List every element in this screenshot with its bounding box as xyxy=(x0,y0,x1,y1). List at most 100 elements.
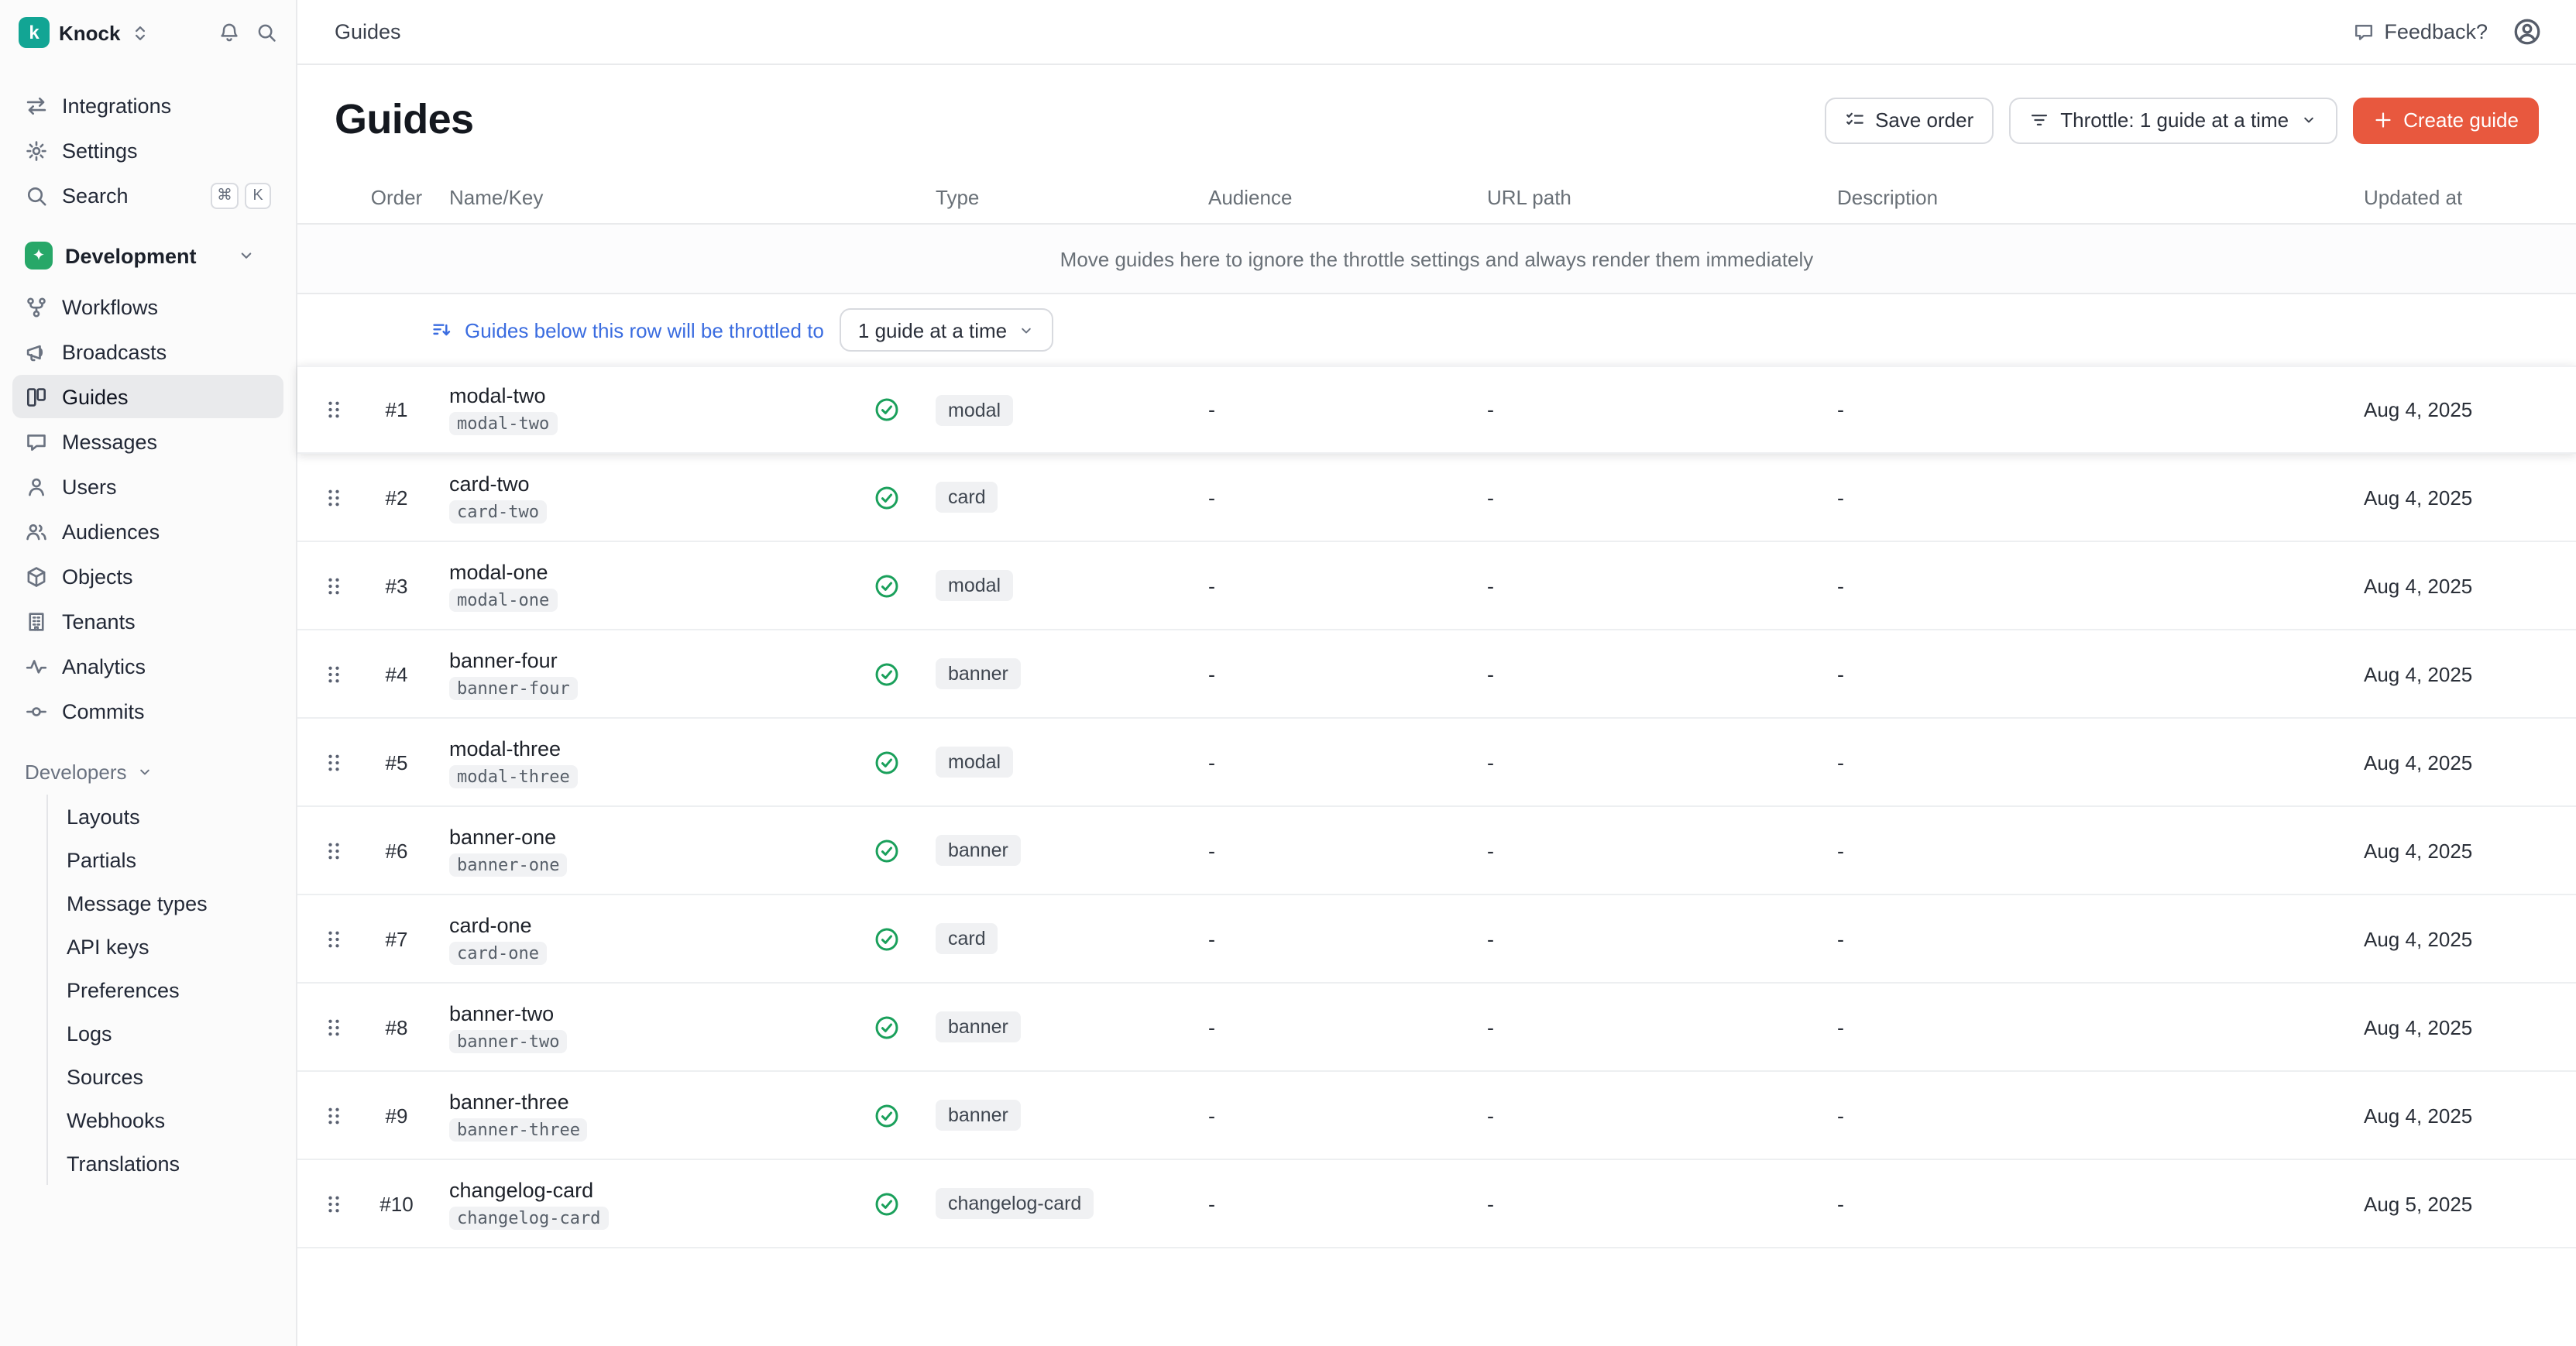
drag-handle-icon[interactable] xyxy=(322,574,345,597)
sidebar-item-webhooks[interactable]: Webhooks xyxy=(48,1098,283,1142)
table-row[interactable]: #6 banner-one banner-one banner - - - Au… xyxy=(297,807,2576,895)
column-header-description: Description xyxy=(1812,186,2339,209)
type-badge: banner xyxy=(936,658,1021,689)
guide-name[interactable]: modal-two xyxy=(449,384,546,407)
sidebar-item-objects[interactable]: Objects xyxy=(12,555,283,598)
drag-handle-icon[interactable] xyxy=(322,662,345,685)
drag-handle-icon[interactable] xyxy=(322,750,345,774)
sidebar-item-message-types[interactable]: Message types xyxy=(48,881,283,925)
guide-name[interactable]: banner-three xyxy=(449,1090,569,1113)
drag-handle-icon[interactable] xyxy=(322,398,345,421)
row-audience: - xyxy=(1183,1104,1462,1127)
row-order: #7 xyxy=(359,927,434,950)
guide-key: modal-three xyxy=(449,764,578,788)
guide-name[interactable]: banner-two xyxy=(449,1001,554,1025)
table-row[interactable]: #2 card-two card-two card - - - Aug 4, 2… xyxy=(297,454,2576,542)
topbar: Guides Feedback? xyxy=(297,0,2576,65)
row-description: - xyxy=(1812,750,2339,774)
environment-label: Development xyxy=(65,244,197,267)
type-badge: card xyxy=(936,923,998,954)
sidebar-item-guides[interactable]: Guides xyxy=(12,375,283,418)
guide-name[interactable]: card-two xyxy=(449,472,530,495)
table-row[interactable]: #4 banner-four banner-four banner - - - … xyxy=(297,630,2576,719)
notifications-bell-icon[interactable] xyxy=(218,22,240,43)
topbar-actions: Feedback? xyxy=(2353,17,2542,46)
guide-name[interactable]: modal-three xyxy=(449,737,561,760)
drag-handle-icon[interactable] xyxy=(322,1104,345,1127)
create-guide-button[interactable]: Create guide xyxy=(2352,97,2539,143)
sidebar-item-analytics[interactable]: Analytics xyxy=(12,644,283,688)
tenants-icon xyxy=(25,609,48,633)
row-description: - xyxy=(1812,927,2339,950)
guide-name[interactable]: banner-one xyxy=(449,825,556,848)
guide-key: banner-one xyxy=(449,853,567,876)
sidebar-item-layouts[interactable]: Layouts xyxy=(48,795,283,838)
type-badge: modal xyxy=(936,394,1013,425)
sort-descending-icon xyxy=(431,319,452,341)
table-row[interactable]: #9 banner-three banner-three banner - - … xyxy=(297,1072,2576,1160)
table-row[interactable]: #1 modal-two modal-two modal - - - Aug 4… xyxy=(297,366,2576,454)
search-icon xyxy=(25,184,48,207)
sidebar-item-tenants[interactable]: Tenants xyxy=(12,599,283,643)
user-avatar[interactable] xyxy=(2512,17,2542,46)
sidebar-top-actions xyxy=(218,22,277,43)
table-row[interactable]: #5 modal-three modal-three modal - - - A… xyxy=(297,719,2576,807)
sidebar-item-search[interactable]: Search ⌘K xyxy=(12,173,283,217)
table-row[interactable]: #10 changelog-card changelog-card change… xyxy=(297,1160,2576,1248)
type-badge: banner xyxy=(936,835,1021,866)
sidebar-item-users[interactable]: Users xyxy=(12,465,283,508)
guide-name[interactable]: changelog-card xyxy=(449,1178,593,1201)
row-order: #2 xyxy=(359,486,434,509)
table-row[interactable]: #7 card-one card-one card - - - Aug 4, 2… xyxy=(297,895,2576,984)
row-updated-at: Aug 4, 2025 xyxy=(2339,927,2539,950)
row-name-key: banner-four banner-four xyxy=(434,648,852,699)
row-name-key: modal-three modal-three xyxy=(434,737,852,788)
check-circle-icon xyxy=(873,925,899,952)
sidebar-item-messages[interactable]: Messages xyxy=(12,420,283,463)
guide-key: card-two xyxy=(449,500,547,523)
sidebar-item-logs[interactable]: Logs xyxy=(48,1011,283,1055)
drag-handle-icon[interactable] xyxy=(322,1015,345,1039)
drag-handle-icon[interactable] xyxy=(322,486,345,509)
sidebar-item-integrations[interactable]: Integrations xyxy=(12,84,283,127)
row-name-key: card-one card-one xyxy=(434,913,852,964)
sidebar-item-workflows[interactable]: Workflows xyxy=(12,285,283,328)
workspace-selector-icon[interactable] xyxy=(129,22,149,43)
quick-search-icon[interactable] xyxy=(256,22,277,43)
check-circle-icon xyxy=(873,749,899,775)
sidebar-item-translations[interactable]: Translations xyxy=(48,1142,283,1185)
environment-switcher[interactable]: Development xyxy=(12,229,283,282)
save-order-button[interactable]: Save order xyxy=(1824,97,1994,143)
sidebar-item-broadcasts[interactable]: Broadcasts xyxy=(12,330,283,373)
throttle-dropdown-button[interactable]: Throttle: 1 guide at a time xyxy=(2009,97,2337,143)
plus-icon xyxy=(2372,110,2392,130)
row-name-key: banner-two banner-two xyxy=(434,1001,852,1052)
sidebar-developers-nav: Layouts Partials Message types API keys … xyxy=(46,795,283,1185)
guides-icon xyxy=(25,385,48,408)
sidebar-item-api-keys[interactable]: API keys xyxy=(48,925,283,968)
feedback-button[interactable]: Feedback? xyxy=(2353,20,2488,43)
developers-label: Developers xyxy=(25,760,127,783)
row-url-path: - xyxy=(1462,486,1812,509)
immediate-render-dropzone[interactable]: Move guides here to ignore the throttle … xyxy=(297,225,2576,294)
throttle-divider-link[interactable]: Guides below this row will be throttled … xyxy=(465,318,824,342)
guide-name[interactable]: modal-one xyxy=(449,560,548,583)
drag-handle-icon[interactable] xyxy=(322,839,345,862)
throttle-amount-dropdown[interactable]: 1 guide at a time xyxy=(840,308,1053,352)
sidebar-item-settings[interactable]: Settings xyxy=(12,129,283,172)
guide-name[interactable]: banner-four xyxy=(449,648,558,671)
developers-section-toggle[interactable]: Developers xyxy=(12,748,283,795)
sidebar-item-sources[interactable]: Sources xyxy=(48,1055,283,1098)
sidebar-item-audiences[interactable]: Audiences xyxy=(12,510,283,553)
drag-handle-icon[interactable] xyxy=(322,927,345,950)
row-audience: - xyxy=(1183,1192,1462,1215)
workspace-switcher[interactable]: k Knock xyxy=(12,0,283,65)
table-row[interactable]: #3 modal-one modal-one modal - - - Aug 4… xyxy=(297,542,2576,630)
drag-handle-icon[interactable] xyxy=(322,1192,345,1215)
sidebar-item-partials[interactable]: Partials xyxy=(48,838,283,881)
table-row[interactable]: #8 banner-two banner-two banner - - - Au… xyxy=(297,984,2576,1072)
guide-name[interactable]: card-one xyxy=(449,913,532,936)
sidebar-item-commits[interactable]: Commits xyxy=(12,689,283,733)
row-description: - xyxy=(1812,1015,2339,1039)
sidebar-item-preferences[interactable]: Preferences xyxy=(48,968,283,1011)
